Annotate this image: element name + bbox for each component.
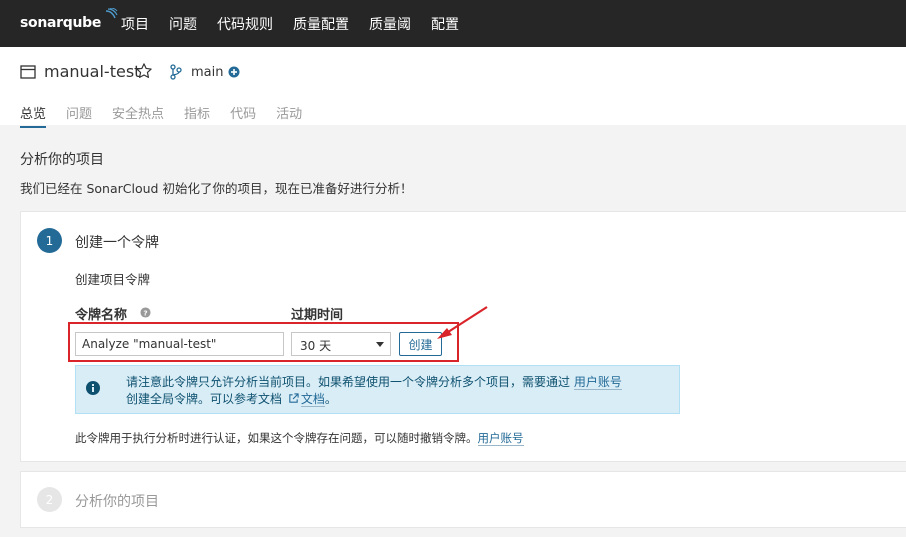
plus-circle-icon[interactable] bbox=[228, 66, 240, 78]
footnote-user-account-link[interactable]: 用户账号 bbox=[477, 431, 524, 446]
sonarqube-logo[interactable]: sonarqube bbox=[20, 8, 118, 36]
nav-projects[interactable]: 项目 bbox=[121, 14, 149, 34]
user-account-link[interactable]: 用户账号 bbox=[573, 375, 622, 390]
footnote-text: 此令牌用于执行分析时进行认证，如果这个令牌存在问题，可以随时撤销令牌。 bbox=[75, 431, 478, 445]
step-2-title: 分析你的项目 bbox=[75, 494, 159, 510]
annotation-arrow-icon bbox=[437, 306, 488, 339]
external-link-icon bbox=[289, 393, 299, 403]
nav-administration[interactable]: 配置 bbox=[431, 14, 459, 34]
info-icon bbox=[86, 381, 100, 395]
step-2-number: 2 bbox=[37, 487, 62, 512]
expiration-select[interactable]: 30 天 bbox=[291, 332, 391, 356]
top-nav: sonarqube 项目 问题 代码规则 质量配置 质量阈 配置 bbox=[0, 0, 906, 47]
step-1-number: 1 bbox=[37, 228, 62, 253]
step-1-subtitle: 创建项目令牌 bbox=[75, 272, 151, 287]
tab-code[interactable]: 代码 bbox=[230, 103, 256, 128]
caret-down-icon bbox=[376, 342, 384, 347]
logo-text: sonarqube bbox=[20, 15, 102, 31]
nav-rules[interactable]: 代码规则 bbox=[217, 14, 273, 34]
project-header: manual-test main 总览 问题 安全热点 指标 代码 活动 bbox=[0, 47, 906, 128]
logo-waves-icon bbox=[105, 8, 118, 19]
info-text-part-3: 。 bbox=[324, 392, 337, 406]
expiration-selected-value: 30 天 bbox=[300, 339, 332, 353]
page-description: 我们已经在 SonarCloud 初始化了你的项目，现在已准备好进行分析！ bbox=[20, 181, 413, 196]
star-icon[interactable] bbox=[135, 62, 153, 80]
nav-quality-gates[interactable]: 质量阈 bbox=[369, 14, 411, 34]
docs-link[interactable]: 文档 bbox=[300, 392, 325, 407]
tab-security-hotspots[interactable]: 安全热点 bbox=[112, 103, 164, 128]
info-alert: 请注意此令牌只允许分析当前项目。如果希望使用一个令牌分析多个项目，需要通过 用户… bbox=[75, 365, 680, 414]
help-icon[interactable]: ? bbox=[140, 307, 151, 318]
svg-text:?: ? bbox=[143, 308, 147, 317]
page-title: 分析你的项目 bbox=[20, 152, 104, 168]
info-text-part-2: 创建全局令牌。可以参考文档 bbox=[126, 392, 283, 406]
nav-items: 项目 问题 代码规则 质量配置 质量阈 配置 bbox=[121, 0, 479, 47]
tab-issues[interactable]: 问题 bbox=[66, 103, 92, 128]
branch-name[interactable]: main bbox=[191, 65, 223, 80]
step-1-card: 1 创建一个令牌 创建项目令牌 令牌名称 ? 过期时间 30 天 创建 请注意此… bbox=[20, 211, 906, 462]
nav-issues[interactable]: 问题 bbox=[169, 14, 197, 34]
token-footnote: 此令牌用于执行分析时进行认证，如果这个令牌存在问题，可以随时撤销令牌。用户账号 bbox=[75, 430, 524, 446]
step-2-card: 2 分析你的项目 bbox=[20, 471, 906, 528]
tab-activity[interactable]: 活动 bbox=[276, 103, 302, 128]
project-name[interactable]: manual-test bbox=[44, 62, 140, 81]
tab-measures[interactable]: 指标 bbox=[184, 103, 210, 128]
branch-icon bbox=[170, 64, 182, 80]
info-text: 请注意此令牌只允许分析当前项目。如果希望使用一个令牌分析多个项目，需要通过 用户… bbox=[126, 374, 671, 408]
expiration-label: 过期时间 bbox=[291, 308, 344, 323]
token-name-label: 令牌名称 bbox=[75, 308, 128, 323]
info-text-part-1: 请注意此令牌只允许分析当前项目。如果希望使用一个令牌分析多个项目，需要通过 bbox=[126, 375, 571, 389]
tab-overview[interactable]: 总览 bbox=[20, 103, 47, 128]
project-icon bbox=[20, 65, 36, 79]
project-tabs: 总览 问题 安全热点 指标 代码 活动 bbox=[20, 103, 322, 128]
step-1-title: 创建一个令牌 bbox=[75, 235, 159, 251]
nav-quality-profiles[interactable]: 质量配置 bbox=[293, 14, 349, 34]
token-name-input[interactable] bbox=[75, 332, 284, 356]
